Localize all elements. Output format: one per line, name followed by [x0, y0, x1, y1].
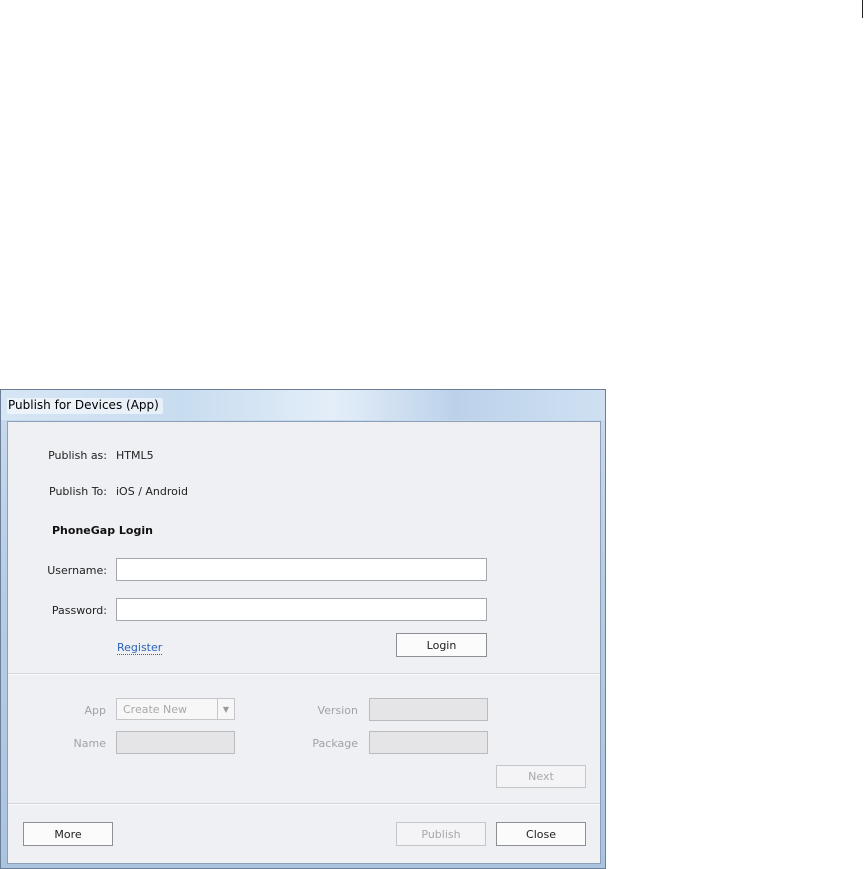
separator	[8, 673, 600, 675]
text-cursor	[862, 0, 863, 18]
chevron-down-icon: ▼	[217, 699, 234, 719]
publish-as-value: HTML5	[116, 449, 154, 462]
version-label: Version	[317, 704, 358, 717]
package-label: Package	[312, 737, 358, 750]
version-field[interactable]	[369, 698, 488, 721]
more-button[interactable]: More	[23, 822, 113, 846]
publish-button[interactable]: Publish	[396, 822, 486, 846]
close-button[interactable]: Close	[496, 822, 586, 846]
separator	[8, 803, 600, 805]
app-select[interactable]: Create New ▼	[116, 698, 235, 720]
dialog-title: Publish for Devices (App)	[7, 398, 163, 414]
publish-dialog: Publish for Devices (App) Publish as: HT…	[0, 389, 606, 869]
login-button[interactable]: Login	[396, 633, 487, 657]
password-label: Password:	[51, 604, 107, 617]
title-bar[interactable]: Publish for Devices (App)	[1, 390, 605, 420]
name-field[interactable]	[116, 731, 235, 754]
app-label: App	[84, 704, 107, 717]
next-button[interactable]: Next	[496, 765, 586, 788]
name-label: Name	[73, 737, 106, 750]
register-link[interactable]: Register	[117, 641, 163, 655]
phonegap-login-heading: PhoneGap Login	[52, 524, 153, 537]
package-field[interactable]	[369, 731, 488, 754]
dialog-body: Publish as: HTML5 Publish To: iOS / Andr…	[7, 421, 601, 864]
publish-as-label: Publish as:	[48, 449, 107, 462]
username-label: Username:	[47, 564, 107, 577]
password-input[interactable]	[116, 598, 487, 621]
publish-to-value: iOS / Android	[116, 485, 188, 498]
username-input[interactable]	[116, 558, 487, 581]
app-select-value: Create New	[123, 702, 188, 716]
publish-to-label: Publish To:	[49, 485, 107, 498]
